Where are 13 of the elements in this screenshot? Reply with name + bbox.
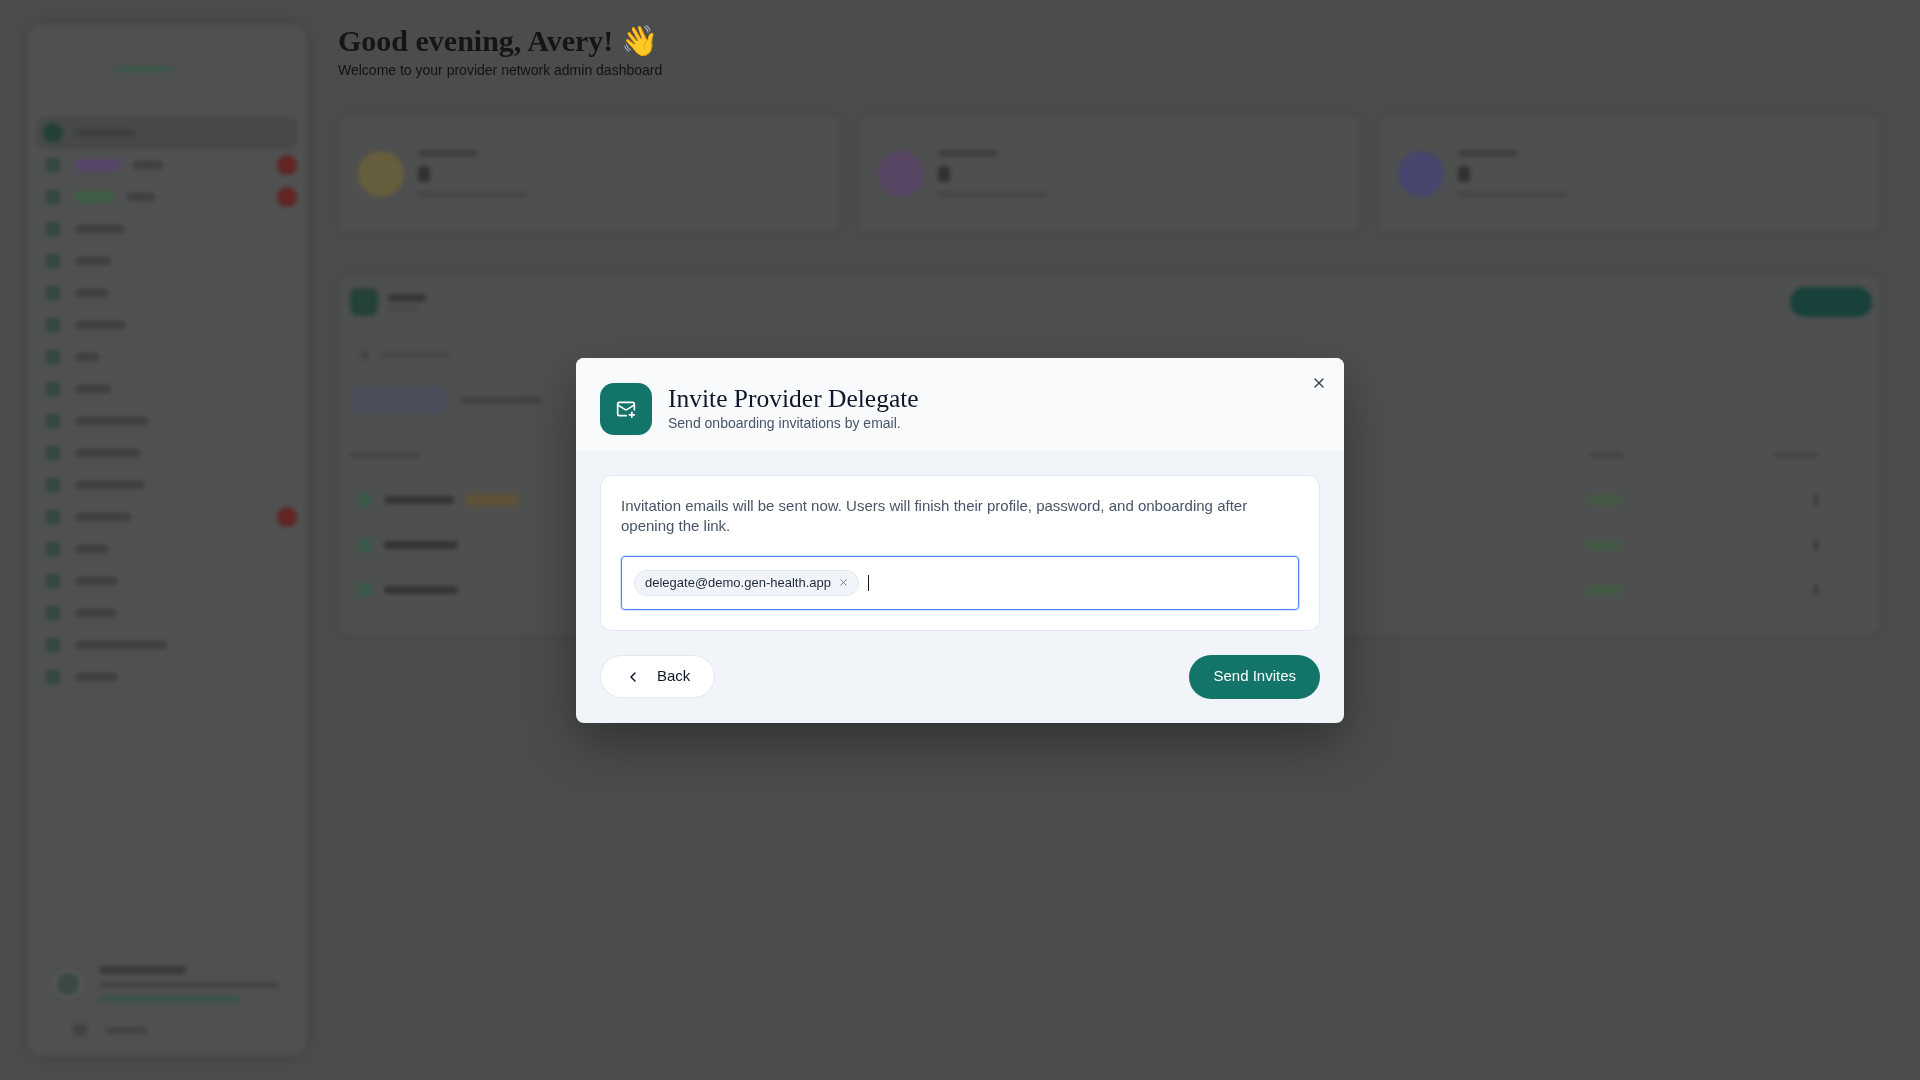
send-invites-button[interactable]: Send Invites: [1189, 654, 1320, 699]
dialog-subtitle: Send onboarding invitations by email.: [668, 413, 902, 433]
greeting-subtitle: Welcome to your provider network admin dashboard: [338, 61, 663, 79]
dialog-title: Invite Provider Delegate: [668, 384, 919, 413]
email-input-field[interactable]: delegate@demo.gen-health.app: [621, 555, 1299, 610]
text-caret-icon: [867, 574, 870, 591]
back-button[interactable]: Back: [600, 655, 716, 698]
greeting-heading: Good evening, Avery! 👋: [338, 23, 658, 59]
invite-description: Invitation emails will be sent now. Users will finish their profile, password, and onboarding after opening the link.: [621, 495, 1249, 536]
email-address: delegate@demo.gen-health.app: [645, 574, 831, 591]
remove-email-button[interactable]: [837, 576, 850, 589]
mail-plus-icon: [600, 382, 652, 435]
close-icon: [838, 577, 850, 588]
